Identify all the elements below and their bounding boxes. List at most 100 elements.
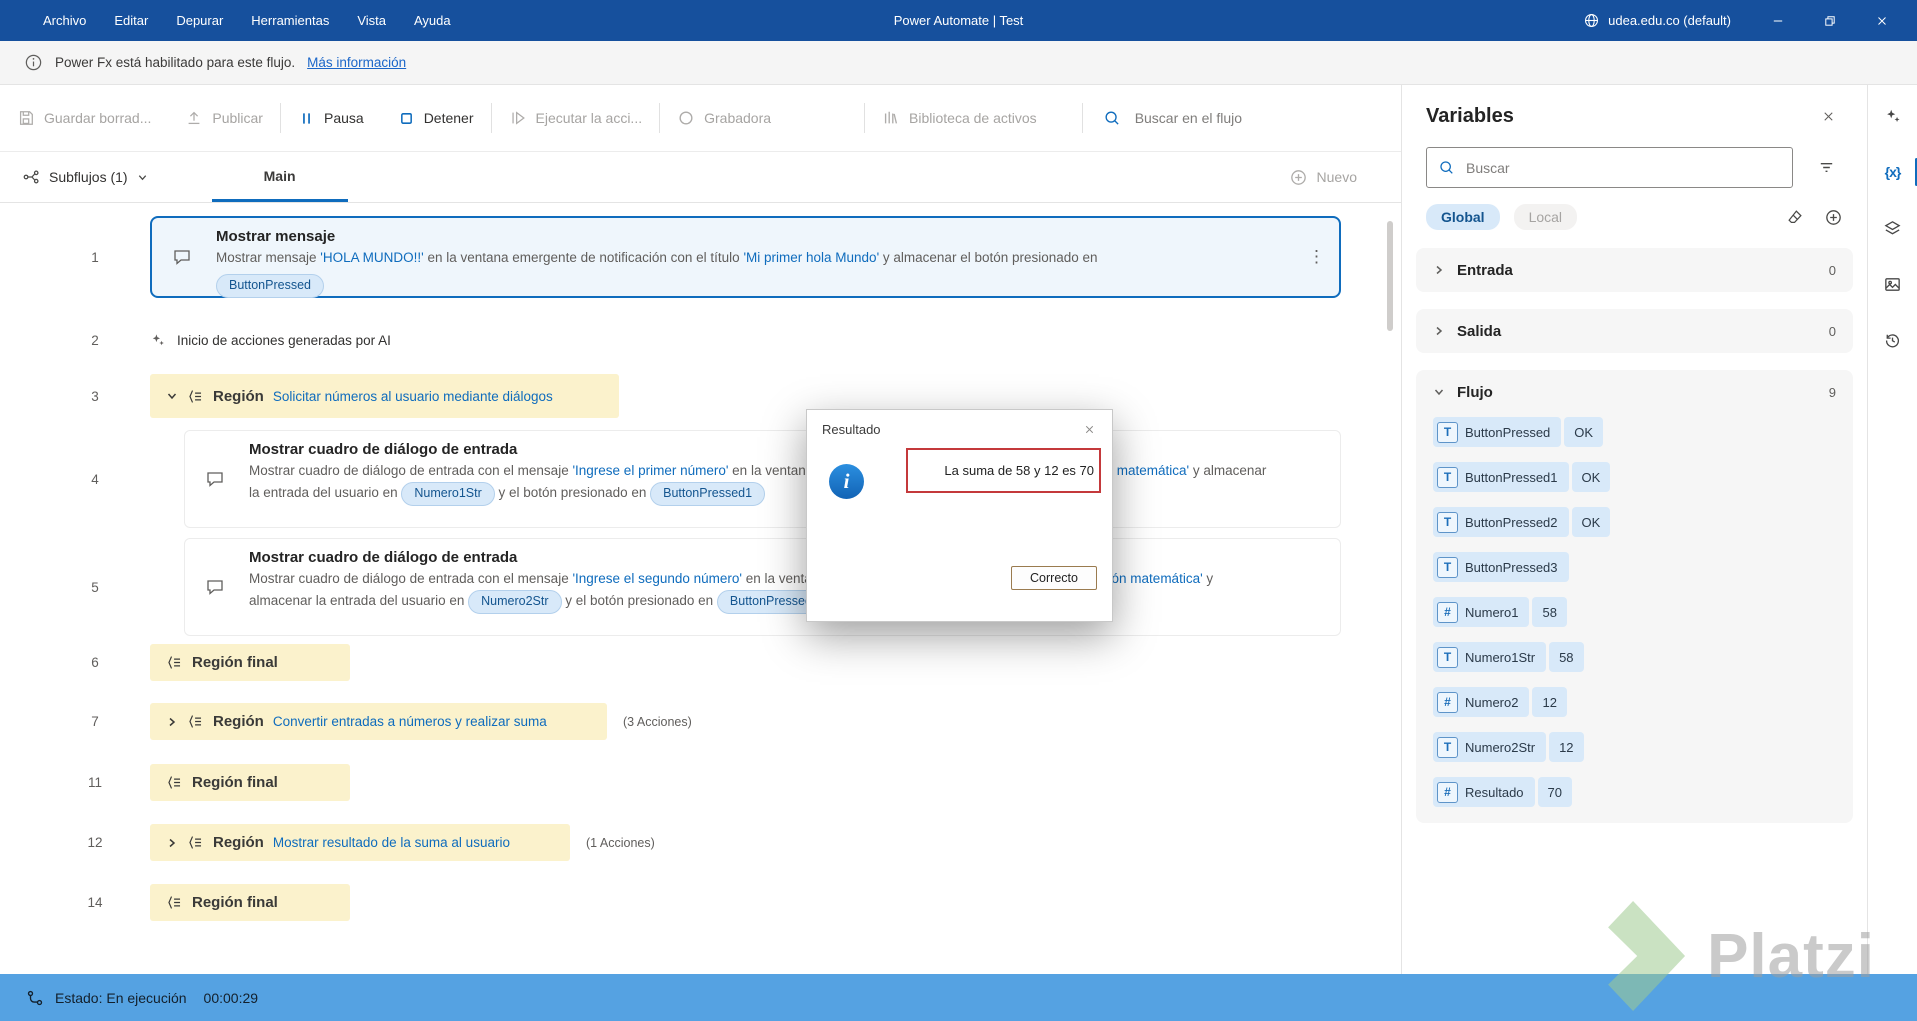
variable-value[interactable]: 70 [1537, 777, 1573, 807]
restore-button[interactable] [1809, 0, 1851, 41]
variable-chip[interactable]: T Numero1Str [1433, 642, 1547, 672]
close-window-button[interactable] [1861, 0, 1903, 41]
variable-chip[interactable]: T Numero2Str [1433, 732, 1547, 762]
region-header[interactable]: Región Mostrar resultado de la suma al u… [150, 824, 570, 861]
chevron-right-icon[interactable] [166, 837, 178, 849]
menu-herramientas[interactable]: Herramientas [238, 8, 342, 33]
flow-search-input[interactable] [1132, 109, 1353, 127]
action-cuadro-dialogo-1[interactable]: Mostrar cuadro de diálogo de entrada Mos… [184, 430, 1341, 528]
section-count: 0 [1828, 323, 1836, 339]
region-end[interactable]: Región final [150, 764, 350, 801]
region-end[interactable]: Región final [150, 884, 350, 921]
filter-icon[interactable] [1809, 151, 1843, 185]
new-subflow-button[interactable]: Nuevo [1289, 168, 1357, 187]
more-info-link[interactable]: Más información [307, 55, 406, 70]
new-subflow-label: Nuevo [1316, 169, 1357, 185]
variables-rail-icon[interactable]: {x} [1876, 155, 1917, 189]
plus-circle-icon [1289, 168, 1308, 187]
stop-button[interactable]: Detener [381, 85, 491, 151]
asset-library-button[interactable]: Biblioteca de activos [865, 85, 1054, 151]
pause-button[interactable]: Pausa [281, 85, 381, 151]
region-end-label: Región final [192, 894, 278, 911]
variable-chip[interactable]: T ButtonPressed1 [1433, 462, 1569, 492]
variable-value[interactable]: OK [1571, 462, 1611, 492]
chevron-right-icon[interactable] [166, 716, 178, 728]
action-description: Mostrar cuadro de diálogo de entrada con… [249, 569, 1270, 614]
canvas-scrollbar[interactable] [1387, 221, 1393, 331]
region-header[interactable]: Región Convertir entradas a números y re… [150, 703, 607, 740]
copilot-icon[interactable] [1876, 99, 1910, 133]
section-salida-header[interactable]: Salida 0 [1416, 309, 1853, 353]
region-title-link[interactable]: Solicitar números al usuario mediante di… [273, 389, 553, 404]
chevron-right-icon[interactable] [1433, 325, 1445, 337]
action-menu-button[interactable]: ⋮ [1308, 247, 1325, 267]
chevron-right-icon[interactable] [1433, 264, 1445, 276]
menu-depurar[interactable]: Depurar [163, 8, 236, 33]
region-header[interactable]: Región Solicitar números al usuario medi… [150, 374, 619, 418]
region-title-link[interactable]: Mostrar resultado de la suma al usuario [273, 835, 510, 850]
variable-row: T Numero1Str 58 [1433, 641, 1836, 673]
variable-value[interactable]: 12 [1532, 687, 1567, 717]
region-title-link[interactable]: Convertir entradas a números y realizar … [273, 714, 547, 729]
variable-value[interactable]: 58 [1532, 597, 1567, 627]
menu-vista[interactable]: Vista [344, 8, 399, 33]
variable-chip[interactable]: # Numero1 [1433, 597, 1530, 627]
variable-pill[interactable]: Numero1Str [401, 481, 495, 506]
variable-type-icon: T [1437, 736, 1458, 758]
variable-pill[interactable]: ButtonPressed1 [650, 481, 766, 506]
variable-chip[interactable]: # Resultado [1433, 777, 1535, 807]
publish-button[interactable]: Publicar [168, 85, 280, 151]
variable-name: Numero2 [1465, 694, 1519, 710]
asset-library-icon [882, 109, 900, 127]
run-action-button[interactable]: Ejecutar la acci... [492, 85, 660, 151]
subflows-dropdown[interactable]: Subflujos (1) [0, 168, 170, 186]
status-timer: 00:00:29 [203, 989, 259, 1006]
menu-editar[interactable]: Editar [101, 8, 161, 33]
chevron-down-icon[interactable] [166, 390, 178, 402]
section-flujo-header[interactable]: Flujo 9 [1416, 370, 1853, 414]
region-end[interactable]: Región final [150, 644, 350, 681]
dialog-ok-button[interactable]: Correcto [1011, 566, 1097, 590]
action-mostrar-mensaje[interactable]: Mostrar mensaje Mostrar mensaje 'HOLA MU… [150, 216, 1341, 298]
quoted-value: 'Ingrese el segundo número' [572, 571, 742, 586]
minimize-button[interactable] [1757, 0, 1799, 41]
tab-main[interactable]: Main [211, 152, 348, 202]
variable-value[interactable]: OK [1564, 417, 1604, 447]
action-cuadro-dialogo-2[interactable]: Mostrar cuadro de diálogo de entrada Mos… [184, 538, 1341, 636]
variable-chip[interactable]: T ButtonPressed [1433, 417, 1562, 447]
recorder-button[interactable]: Grabadora [660, 85, 788, 151]
variable-value[interactable]: 12 [1549, 732, 1584, 762]
variable-pill[interactable]: Numero2Str [468, 589, 562, 614]
menu-archivo[interactable]: Archivo [30, 8, 99, 33]
save-icon [17, 109, 35, 127]
dialog-body: i La suma de 58 y 12 es 70 Correcto [807, 448, 1112, 623]
save-draft-button[interactable]: Guardar borrad... [0, 85, 168, 151]
variable-name: Numero1 [1465, 604, 1519, 620]
variable-value[interactable]: OK [1571, 507, 1611, 537]
dialog-titlebar[interactable]: Resultado [807, 410, 1112, 448]
region-label: Región [213, 713, 264, 730]
images-icon[interactable] [1876, 267, 1910, 301]
history-icon[interactable] [1876, 323, 1910, 357]
section-entrada-header[interactable]: Entrada 0 [1416, 248, 1853, 292]
variable-chip[interactable]: # Numero2 [1433, 687, 1530, 717]
account-button[interactable]: udea.edu.co (default) [1583, 12, 1731, 29]
tab-local[interactable]: Local [1513, 204, 1578, 230]
variables-close-button[interactable] [1811, 101, 1845, 131]
flow-row-5: 5 Mostrar cuadro de diálogo de entrada M… [60, 538, 1341, 636]
eraser-icon[interactable] [1786, 208, 1804, 226]
variables-search-input[interactable] [1464, 158, 1781, 177]
variable-pill[interactable]: ButtonPressed [216, 273, 324, 298]
variable-type-icon: T [1437, 466, 1458, 488]
menu-ayuda[interactable]: Ayuda [401, 8, 464, 33]
chevron-down-icon[interactable] [1433, 386, 1445, 398]
variable-chip[interactable]: T ButtonPressed3 [1433, 552, 1569, 582]
section-name: Salida [1457, 322, 1502, 340]
tab-global[interactable]: Global [1426, 204, 1500, 230]
ui-elements-icon[interactable] [1876, 211, 1910, 245]
ai-actions-marker[interactable]: Inicio de acciones generadas por AI [150, 332, 391, 348]
add-variable-icon[interactable] [1824, 208, 1843, 227]
variable-value[interactable]: 58 [1549, 642, 1584, 672]
dialog-close-button[interactable] [1074, 415, 1104, 443]
variable-chip[interactable]: T ButtonPressed2 [1433, 507, 1569, 537]
